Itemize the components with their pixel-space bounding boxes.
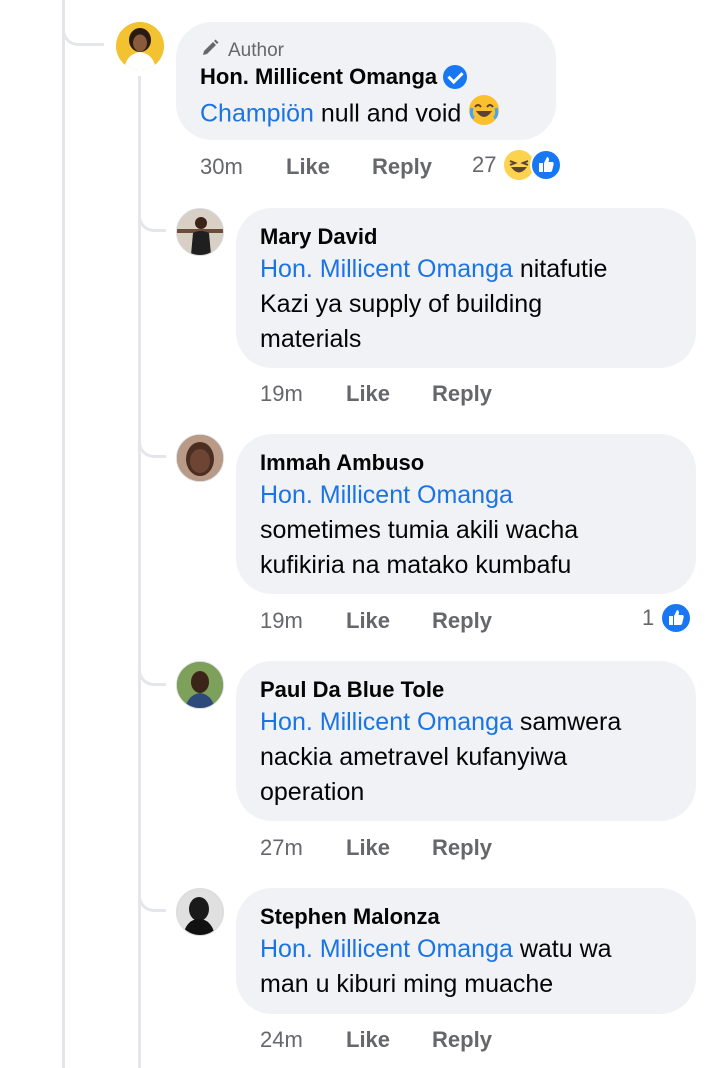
thread-line-outer (62, 0, 65, 1068)
verified-badge-icon (443, 65, 468, 89)
like-button[interactable]: Like (346, 608, 390, 634)
avatar[interactable] (176, 888, 224, 936)
comment-text: man u kiburi ming muache (260, 970, 554, 998)
reply-button[interactable]: Reply (432, 608, 492, 634)
comment-text: Kazi ya supply of building (260, 290, 543, 318)
comment-text: null and void (313, 99, 462, 128)
commenter-name[interactable]: Paul Da Blue Tole (260, 677, 444, 703)
like-button[interactable]: Like (346, 381, 390, 407)
like-button[interactable]: Like (346, 835, 390, 861)
comment-text: sometimes tumia akili wacha (260, 516, 579, 544)
reaction-summary[interactable]: 1 (642, 602, 693, 634)
reply-actions: 19m Like Reply (260, 381, 534, 407)
like-button[interactable]: Like (286, 154, 330, 180)
author-comment-bubble[interactable]: Author Hon. Millicent Omanga Champiön nu… (176, 22, 556, 140)
reply-button[interactable]: Reply (432, 1027, 492, 1053)
like-button[interactable]: Like (346, 1027, 390, 1053)
commenter-name[interactable]: Immah Ambuso (260, 450, 424, 476)
reply-actions: 27m Like Reply (260, 835, 534, 861)
mention-link[interactable]: Champiön (200, 100, 314, 128)
thread-connector-reply (138, 870, 166, 912)
mention-link[interactable]: Hon. Millicent Omanga (260, 935, 513, 963)
timestamp: 30m (200, 154, 243, 179)
reaction-summary[interactable]: 27 (472, 148, 563, 182)
timestamp: 24m (260, 1027, 303, 1052)
commenter-name[interactable]: Stephen Malonza (260, 904, 440, 930)
reply-bubble[interactable]: Paul Da Blue Tole Hon. Millicent Omanga … (236, 661, 696, 821)
reply-actions: 19m Like Reply (260, 608, 534, 634)
thread-connector-reply (138, 644, 166, 686)
reply-bubble[interactable]: Immah Ambuso Hon. Millicent Omanga somet… (236, 434, 696, 594)
mention-link[interactable]: Hon. Millicent Omanga (260, 708, 513, 736)
mention-link[interactable]: Hon. Millicent Omanga (260, 481, 513, 509)
like-icon (530, 149, 563, 181)
author-badge: Author (200, 38, 284, 64)
avatar[interactable] (176, 208, 224, 256)
laughing-emoji-icon (468, 94, 500, 136)
comment-text: kufikiria na matako kumbafu (260, 551, 572, 579)
reaction-count: 27 (472, 152, 497, 177)
commenter-name[interactable]: Mary David (260, 224, 377, 250)
reply-actions: 24m Like Reply (260, 1027, 534, 1053)
mention-link[interactable]: Hon. Millicent Omanga (260, 255, 513, 283)
thread-connector-reply (138, 416, 166, 458)
reply-button[interactable]: Reply (372, 154, 432, 180)
comment-text: nackia ametravel kufanyiwa (260, 743, 568, 771)
commenter-name[interactable]: Hon. Millicent Omanga (200, 64, 437, 90)
comment-text: samwera (512, 708, 622, 736)
timestamp: 19m (260, 381, 303, 406)
avatar[interactable] (116, 22, 164, 70)
thread-connector-author (62, 0, 104, 46)
reply-button[interactable]: Reply (432, 381, 492, 407)
comment-text: materials (260, 325, 362, 353)
comment-text: watu wa (512, 935, 612, 963)
reply-button[interactable]: Reply (432, 835, 492, 861)
timestamp: 19m (260, 608, 303, 633)
reply-bubble[interactable]: Mary David Hon. Millicent Omanga nitafut… (236, 208, 696, 368)
pencil-icon (200, 38, 220, 64)
avatar[interactable] (176, 434, 224, 482)
reply-bubble[interactable]: Stephen Malonza Hon. Millicent Omanga wa… (236, 888, 696, 1014)
timestamp: 27m (260, 835, 303, 860)
comment-text: nitafutie (512, 255, 608, 283)
avatar[interactable] (176, 661, 224, 709)
author-badge-label: Author (228, 40, 284, 61)
comment-text: operation (260, 778, 365, 806)
like-icon (660, 602, 693, 634)
thread-connector-reply (138, 190, 166, 232)
reaction-count: 1 (642, 605, 655, 630)
